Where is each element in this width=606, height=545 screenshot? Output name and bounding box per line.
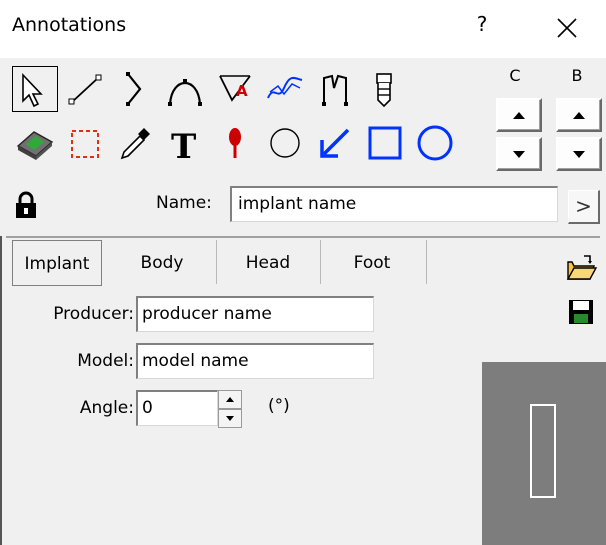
tab-separator [426, 240, 427, 284]
name-input[interactable]: implant name [230, 186, 558, 222]
help-button[interactable]: ? [470, 12, 494, 42]
column-c-up-button[interactable] [496, 98, 542, 132]
rectangle-select-icon [71, 130, 99, 158]
freehand-curve-icon [267, 76, 303, 99]
title-bar: Annotations ? [0, 0, 606, 58]
eraser-icon [16, 131, 54, 160]
close-icon [557, 18, 577, 38]
column-c-label: C [509, 66, 521, 85]
model-label: Model: [77, 351, 134, 371]
rectangle-select-tool-button[interactable] [62, 120, 108, 166]
eyedropper-icon [120, 128, 150, 160]
close-button[interactable] [547, 8, 587, 48]
blue-square-icon [368, 126, 402, 160]
window-title: Annotations [12, 14, 127, 36]
angle-up-button[interactable] [218, 390, 242, 409]
open-file-button[interactable] [564, 252, 598, 284]
text-icon: T [171, 127, 196, 166]
implant-tool-button[interactable] [362, 66, 408, 112]
tab-body[interactable]: Body [114, 240, 210, 286]
select-arrow-icon [22, 72, 43, 108]
model-input[interactable]: model name [136, 343, 374, 379]
arc-tool-button[interactable] [162, 66, 208, 112]
eraser-tool-button[interactable] [12, 120, 58, 166]
angle-input[interactable]: 0 [136, 390, 218, 426]
triangle-up-icon [513, 112, 525, 119]
marker-tool-button[interactable] [212, 120, 258, 166]
name-next-button[interactable]: > [568, 190, 600, 224]
tab-implant[interactable]: Implant [12, 240, 102, 286]
save-disk-icon [569, 300, 593, 324]
triangle-down-icon [573, 151, 585, 158]
annotated-angle-tool-button[interactable]: A [212, 66, 258, 112]
tab-head[interactable]: Head [220, 240, 316, 286]
svg-text:A: A [236, 82, 248, 100]
lock-icon [16, 191, 36, 218]
angle-unit-label: (°) [268, 396, 290, 416]
arrow-tool-button[interactable] [312, 120, 358, 166]
column-b-up-button[interactable] [556, 98, 602, 132]
tab-foot[interactable]: Foot [324, 240, 420, 286]
measure-bracket-icon [322, 74, 348, 106]
measure-tool-button[interactable] [312, 66, 358, 112]
blue-circle-icon [417, 125, 453, 161]
svg-text:T: T [171, 127, 196, 166]
pin-marker-icon [229, 128, 241, 158]
select-tool-button[interactable] [12, 66, 58, 112]
implant-preview-shape [530, 404, 556, 498]
name-label: Name: [156, 193, 212, 213]
open-folder-icon [566, 255, 598, 280]
annotated-angle-icon: A [219, 75, 251, 102]
triangle-down-icon [226, 416, 234, 421]
line-tool-button[interactable] [62, 66, 108, 112]
triangle-up-icon [226, 397, 234, 402]
circle-tool-button[interactable] [262, 120, 308, 166]
freehand-tool-button[interactable] [262, 66, 308, 112]
circle-outline-icon [270, 128, 300, 158]
eyedropper-tool-button[interactable] [112, 120, 158, 166]
angle-spinner[interactable] [218, 390, 242, 428]
text-tool-button[interactable]: T [162, 120, 208, 166]
ellipse-tool-button[interactable] [412, 120, 458, 166]
panel-left-border [0, 236, 2, 545]
angle-tool-button[interactable] [112, 66, 158, 112]
angle-bracket-icon [126, 72, 142, 106]
tab-separator [320, 240, 321, 284]
line-icon [68, 74, 102, 105]
lock-toggle[interactable] [14, 191, 38, 219]
angle-down-button[interactable] [218, 409, 242, 428]
triangle-down-icon [513, 151, 525, 158]
producer-input[interactable]: producer name [136, 296, 374, 332]
tab-strip-divider [6, 236, 600, 238]
arc-icon [168, 79, 202, 106]
column-b-label: B [571, 66, 583, 85]
implant-screw-icon [376, 73, 392, 108]
column-c-down-button[interactable] [496, 137, 542, 171]
column-b-down-button[interactable] [556, 137, 602, 171]
square-tool-button[interactable] [362, 120, 408, 166]
save-button[interactable] [564, 296, 598, 328]
tab-separator [216, 240, 217, 284]
angle-label: Angle: [79, 398, 134, 418]
producer-label: Producer: [53, 304, 134, 324]
triangle-up-icon [573, 112, 585, 119]
blue-arrow-icon [320, 128, 350, 158]
